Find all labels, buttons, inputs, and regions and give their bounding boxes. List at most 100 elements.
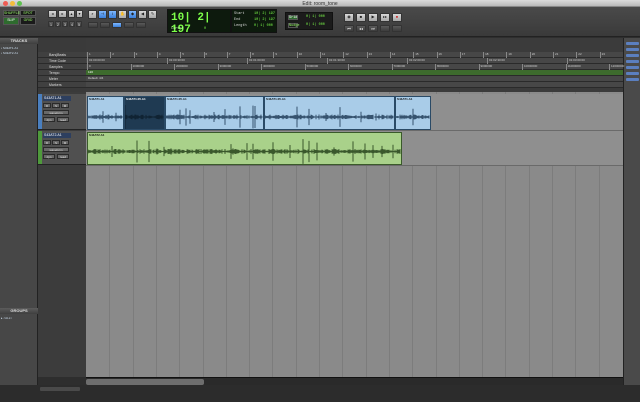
online-button[interactable]: ◉ [344, 13, 354, 22]
zoom-preset-1[interactable]: 1 [48, 21, 54, 27]
record-enable-button[interactable]: R [43, 103, 51, 108]
zoom-preset-5[interactable]: 5 [76, 21, 82, 27]
zoom-in-button[interactable]: ▸ [58, 10, 67, 18]
markers-ruler[interactable] [86, 82, 623, 88]
loop-button[interactable] [380, 25, 390, 32]
tracks-list-item-label: S43AT1.A1 [2, 46, 19, 50]
magnifier-icon: ⌕ [91, 11, 94, 16]
mode-shuffle-button[interactable]: SHUFFLE [3, 10, 20, 16]
track-name[interactable]: S43AT2.A1 [43, 133, 71, 138]
waveform-path [265, 106, 394, 128]
link-timeline-button[interactable] [112, 22, 122, 28]
audio-clip[interactable]: S43AT1.05.A1 [264, 96, 395, 130]
zoom-preset-3[interactable]: 3 [62, 21, 68, 27]
clip-list-item[interactable] [626, 48, 639, 51]
solo-button[interactable]: S [52, 103, 60, 108]
mute-button[interactable]: M [61, 140, 69, 145]
tracks-list-item-label: S43AT2.A1 [2, 51, 19, 55]
rewind-icon: ◂◂ [358, 26, 363, 31]
main-counter[interactable]: 10| 2| 197 Cursor 0 [167, 9, 231, 36]
audio-clip[interactable]: S43AT2.A1 [87, 132, 402, 165]
track-name[interactable]: S43AT1.A1 [43, 96, 71, 101]
zoom-preset-2[interactable]: 2 [55, 21, 61, 27]
rewind-button[interactable]: ◂◂ [356, 25, 366, 32]
trim-tool-button[interactable]: ⊣ [98, 10, 107, 19]
panel-resize-handle[interactable] [40, 387, 80, 391]
tab-to-transient-button[interactable] [124, 22, 134, 28]
mute-button[interactable]: M [61, 103, 69, 108]
tracks-list-item[interactable]: • S43AT1.A1 [1, 46, 37, 50]
automation-mode-selector[interactable]: read [57, 154, 69, 159]
clip-list-item[interactable] [626, 60, 639, 63]
track-view-selector[interactable]: waveform [43, 147, 69, 152]
zoom-vertical-out-button[interactable]: ▴ [68, 10, 75, 18]
grid-button[interactable]: Grid [288, 15, 298, 20]
go-to-end-icon: ⏭ [371, 26, 375, 31]
playlist-selector[interactable]: dyn [43, 154, 55, 159]
clip-list-item[interactable] [626, 66, 639, 69]
audio-clip[interactable]: S43AT1.A1 [395, 96, 431, 130]
audio-clip[interactable]: S43AT1.05.A1 [124, 96, 165, 130]
horizontal-scrollbar[interactable] [86, 377, 623, 385]
selector-tool-button[interactable]: I [108, 10, 117, 19]
edit-window-timeline[interactable]: S43AT1.A1 S43AT1.05.A1 S43AT1.05.A1 S43A… [86, 92, 623, 377]
scrubber-tool-button[interactable]: ◀ [138, 10, 147, 19]
clip-list-item[interactable] [626, 42, 639, 45]
track-view-selector[interactable]: waveform [43, 110, 69, 115]
smart-tool-button[interactable]: ◆ [128, 10, 137, 19]
timeline-rulers[interactable]: 1 2 3 4 5 6 7 8 9 10 11 12 13 14 15 16 17 18 19 20 21 22 23 01… [86, 38, 624, 92]
track-headers: S43AT1.A1 R S M waveform dyn read S43AT2… [38, 92, 86, 377]
waveform-path [396, 108, 430, 126]
grabber-tool-button[interactable]: ✋ [118, 10, 127, 19]
waveform-path [88, 139, 401, 164]
track-header-1[interactable]: S43AT1.A1 R S M waveform dyn read [38, 94, 86, 130]
nudge-button[interactable]: Nudge [288, 23, 300, 28]
mode-grid-button[interactable]: GRID [20, 17, 36, 25]
audio-clip[interactable]: S43AT1.A1 [87, 96, 124, 130]
clip-name: S43AT1.05.A1 [126, 97, 146, 101]
pencil-tool-button[interactable]: ✎ [148, 10, 157, 19]
bottom-status-area [0, 385, 640, 402]
mirror-midi-button[interactable] [136, 22, 146, 28]
clip-list-item[interactable] [626, 54, 639, 57]
record-enable-button[interactable]: R [43, 140, 51, 145]
nudge-value[interactable]: 0| 1| 000 [306, 23, 325, 27]
mode-slip-button[interactable]: SLIP [3, 17, 19, 25]
groups-list-item[interactable]: ▸ <ALL> [1, 316, 37, 320]
return-to-zero-button[interactable]: ⏮ [344, 25, 354, 32]
playlist-selector[interactable]: dyn [43, 117, 55, 122]
play-button[interactable]: ▶ [368, 13, 378, 22]
start-value[interactable]: 10| 2| 197 [254, 12, 275, 16]
end-value[interactable]: 10| 2| 197 [254, 18, 275, 22]
automation-mode-selector[interactable]: read [57, 117, 69, 122]
tool-menu-button-2[interactable] [100, 22, 110, 28]
clip-list-item[interactable] [626, 72, 639, 75]
stop-button[interactable]: ■ [356, 13, 366, 22]
tracks-list-item[interactable]: • S43AT2.A1 [1, 51, 37, 55]
clip-name: S43AT1.05.A1 [266, 97, 286, 101]
ruler-labels: Bars|Beats Time Code Samples Tempo Meter… [38, 38, 86, 92]
start-label: Start [234, 12, 245, 16]
track-color-bar [38, 131, 42, 164]
clip-list-item[interactable] [626, 78, 639, 81]
zoom-out-button[interactable]: ◂ [48, 10, 57, 18]
solo-button[interactable]: S [52, 140, 60, 145]
ruler-label-markers[interactable]: Markers [38, 82, 86, 88]
go-to-end-button[interactable]: ⏭ [368, 25, 378, 32]
tracks-panel-title: TRACKS [0, 38, 38, 44]
mode-spot-button[interactable]: SPOT [20, 10, 36, 16]
pre-post-roll-button[interactable] [392, 25, 402, 32]
zoomer-tool-button[interactable]: ⌕ [88, 10, 97, 19]
length-value[interactable]: 0| 1| 000 [254, 24, 273, 28]
smart-tool-icon: ◆ [130, 11, 135, 16]
track-header-2[interactable]: S43AT2.A1 R S M waveform dyn read [38, 131, 86, 165]
grid-value[interactable]: 0| 1| 000 [306, 15, 325, 19]
audio-clip[interactable]: S43AT1.05.A1 [165, 96, 264, 130]
selector-icon: I [111, 11, 114, 16]
tool-menu-button[interactable] [88, 22, 98, 28]
zoom-vertical-in-button[interactable]: ▾ [76, 10, 83, 18]
cursor-label: Cursor [171, 27, 184, 31]
zoom-preset-4[interactable]: 4 [69, 21, 75, 27]
record-button[interactable]: ● [392, 13, 402, 22]
fast-forward-button[interactable]: ▸▸ [380, 13, 390, 22]
